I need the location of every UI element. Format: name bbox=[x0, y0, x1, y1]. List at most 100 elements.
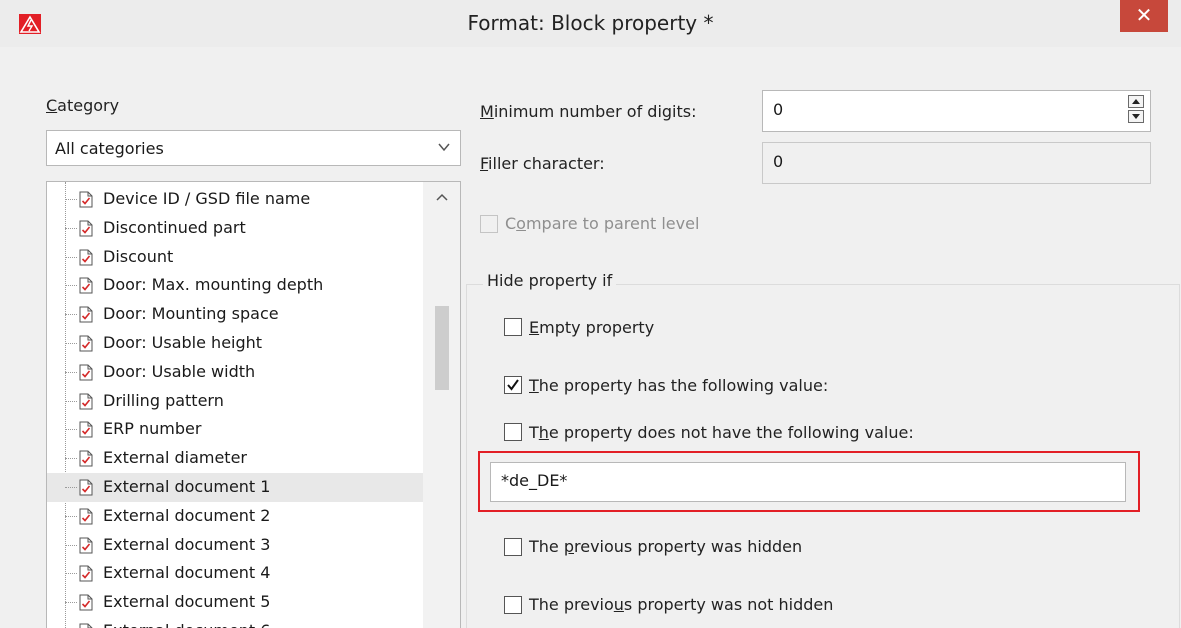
scroll-up-icon[interactable] bbox=[434, 191, 450, 203]
property-doc-icon bbox=[79, 594, 93, 611]
digits-stepper[interactable]: 0 bbox=[762, 90, 1151, 132]
close-icon: ✕ bbox=[1135, 3, 1153, 27]
property-doc-icon bbox=[79, 191, 93, 208]
tree-item-label: External document 2 bbox=[103, 505, 271, 525]
tree-item-label: ERP number bbox=[103, 419, 202, 439]
property-doc-icon bbox=[79, 249, 93, 266]
property-doc-icon bbox=[79, 306, 93, 323]
tree-item-label: Door: Usable width bbox=[103, 361, 256, 381]
tree-scrollbar[interactable] bbox=[423, 182, 460, 628]
prev-not-hidden-checkbox[interactable] bbox=[504, 596, 522, 614]
tree-item[interactable]: External diameter bbox=[47, 444, 423, 473]
dialog-window: Format: Block property * ✕ Category All … bbox=[0, 0, 1181, 628]
tree-item-label: External document 4 bbox=[103, 563, 271, 583]
tree-item-label: External document 5 bbox=[103, 592, 271, 612]
property-doc-icon bbox=[79, 450, 93, 467]
property-doc-icon bbox=[79, 565, 93, 582]
window-title: Format: Block property * bbox=[467, 11, 714, 35]
tree-connector bbox=[65, 400, 77, 402]
tree-item-label: Discontinued part bbox=[103, 217, 246, 237]
property-doc-icon bbox=[79, 277, 93, 294]
check-icon bbox=[507, 379, 519, 391]
property-doc-icon bbox=[79, 335, 93, 352]
tree-connector bbox=[65, 544, 77, 546]
filler-value: 0 bbox=[773, 152, 784, 171]
digits-spin[interactable] bbox=[1128, 95, 1146, 125]
filler-field[interactable]: 0 bbox=[762, 142, 1151, 184]
property-doc-icon bbox=[79, 508, 93, 525]
tree-connector bbox=[65, 602, 77, 604]
tree-connector bbox=[65, 285, 77, 287]
prev-not-hidden-label: The previous property was not hidden bbox=[529, 595, 834, 614]
empty-property-label: Empty property bbox=[529, 318, 655, 337]
filler-label: Filler character: bbox=[480, 154, 605, 173]
scroll-thumb[interactable] bbox=[435, 306, 449, 390]
property-doc-icon bbox=[79, 537, 93, 554]
tree-item[interactable]: ERP number bbox=[47, 415, 423, 444]
property-doc-icon bbox=[79, 479, 93, 496]
property-doc-icon bbox=[79, 623, 93, 628]
tree-connector bbox=[65, 227, 77, 229]
tree-item[interactable]: Discount bbox=[47, 243, 423, 272]
tree-item-label: Drilling pattern bbox=[103, 390, 224, 410]
tree-item[interactable]: External document 3 bbox=[47, 531, 423, 560]
prev-hidden-label: The previous property was hidden bbox=[529, 537, 803, 556]
tree-item[interactable]: Door: Mounting space bbox=[47, 300, 423, 329]
tree-item[interactable]: Door: Max. mounting depth bbox=[47, 271, 423, 300]
chevron-down-icon bbox=[438, 143, 450, 152]
tree-item[interactable]: External document 2 bbox=[47, 502, 423, 531]
category-dropdown[interactable]: All categories bbox=[46, 130, 461, 166]
digits-label: Minimum number of digits: bbox=[480, 102, 697, 121]
tree-item[interactable]: External document 4 bbox=[47, 559, 423, 588]
tree-connector bbox=[65, 515, 77, 517]
tree-connector bbox=[65, 343, 77, 344]
tree-connector bbox=[65, 429, 77, 431]
category-label: Category bbox=[46, 96, 120, 115]
tree-connector bbox=[65, 256, 77, 258]
tree-item-label: Door: Usable height bbox=[103, 333, 263, 352]
compare-checkbox[interactable] bbox=[480, 215, 498, 233]
has-value-label: The property has the following value: bbox=[529, 376, 829, 395]
tree-connector bbox=[65, 314, 77, 316]
property-doc-icon bbox=[79, 364, 93, 381]
tree-item[interactable]: External document 5 bbox=[47, 588, 423, 617]
compare-label: Compare to parent level bbox=[505, 214, 700, 233]
tree-item[interactable]: Device ID / GSD file name bbox=[47, 185, 423, 214]
tree-item-label: Discount bbox=[103, 246, 174, 266]
tree-item[interactable]: Door: Usable width bbox=[47, 358, 423, 387]
digits-value: 0 bbox=[773, 100, 784, 119]
category-selected: All categories bbox=[55, 139, 164, 158]
spin-down-icon[interactable] bbox=[1128, 110, 1144, 123]
tree-item[interactable]: External document 1 bbox=[47, 473, 423, 502]
tree-connector bbox=[65, 487, 77, 488]
has-value-checkbox[interactable] bbox=[504, 376, 522, 394]
empty-property-checkbox[interactable] bbox=[504, 318, 522, 336]
tree-item[interactable]: External document 6 bbox=[47, 617, 423, 628]
tree-item[interactable]: Drilling pattern bbox=[47, 387, 423, 416]
tree-connector bbox=[65, 573, 77, 575]
tree-item-label: External diameter bbox=[103, 448, 247, 468]
tree-item-label: Door: Max. mounting depth bbox=[103, 275, 324, 295]
tree-item[interactable]: Door: Usable height bbox=[47, 329, 423, 358]
prev-hidden-checkbox[interactable] bbox=[504, 538, 522, 556]
property-tree[interactable]: Device ID / GSD file name Discontinued pa… bbox=[46, 181, 461, 628]
tree-item-label: Device ID / GSD file name bbox=[103, 189, 311, 208]
close-button[interactable]: ✕ bbox=[1120, 0, 1168, 32]
not-has-value-label: The property does not have the following… bbox=[529, 423, 914, 442]
tree-item-label: Door: Mounting space bbox=[103, 304, 279, 324]
tree-item[interactable]: Discontinued part bbox=[47, 214, 423, 243]
tree-item-label: External document 3 bbox=[103, 534, 271, 554]
tree-connector bbox=[65, 199, 77, 200]
title-bar: Format: Block property * ✕ bbox=[0, 0, 1181, 47]
hide-value-text: *de_DE* bbox=[501, 471, 568, 490]
property-doc-icon bbox=[79, 220, 93, 237]
hide-value-input[interactable]: *de_DE* bbox=[490, 462, 1126, 502]
not-has-value-checkbox[interactable] bbox=[504, 423, 522, 441]
tree-item-label: External document 6 bbox=[103, 621, 270, 628]
hide-group-legend: Hide property if bbox=[483, 271, 617, 290]
tree-item-label: External document 1 bbox=[103, 477, 271, 496]
tree-connector bbox=[65, 371, 77, 373]
tree-connector bbox=[65, 458, 77, 460]
spin-up-icon[interactable] bbox=[1128, 95, 1144, 108]
property-doc-icon bbox=[79, 393, 93, 410]
